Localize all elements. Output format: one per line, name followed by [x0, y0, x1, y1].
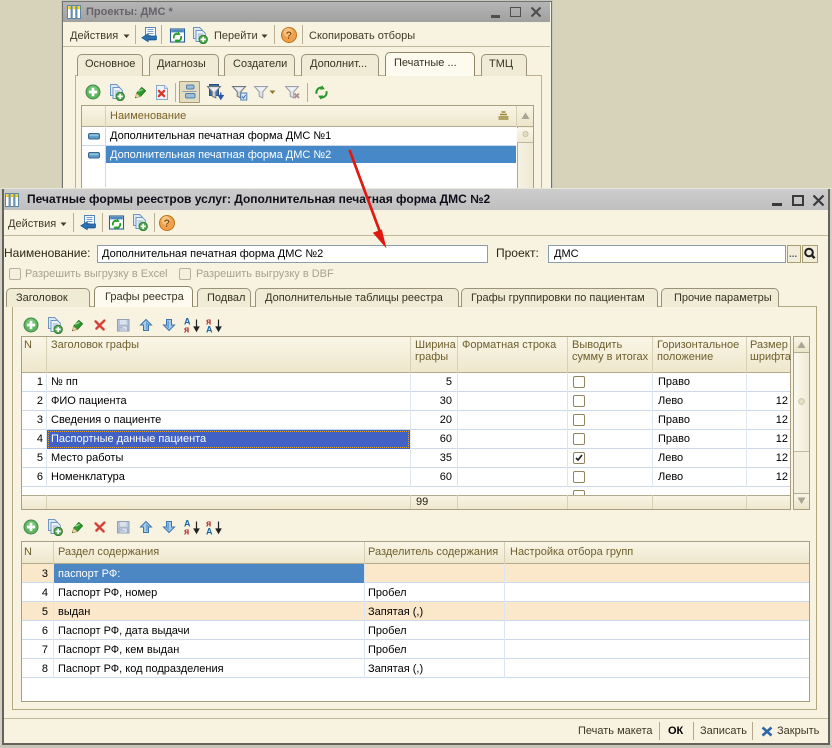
- svg-text:я: я: [184, 325, 189, 334]
- svg-text:я: я: [184, 527, 189, 536]
- svg-text:?: ?: [286, 30, 293, 42]
- svg-text:?: ?: [164, 218, 171, 230]
- svg-text:А: А: [206, 325, 213, 334]
- svg-text:А: А: [206, 527, 213, 536]
